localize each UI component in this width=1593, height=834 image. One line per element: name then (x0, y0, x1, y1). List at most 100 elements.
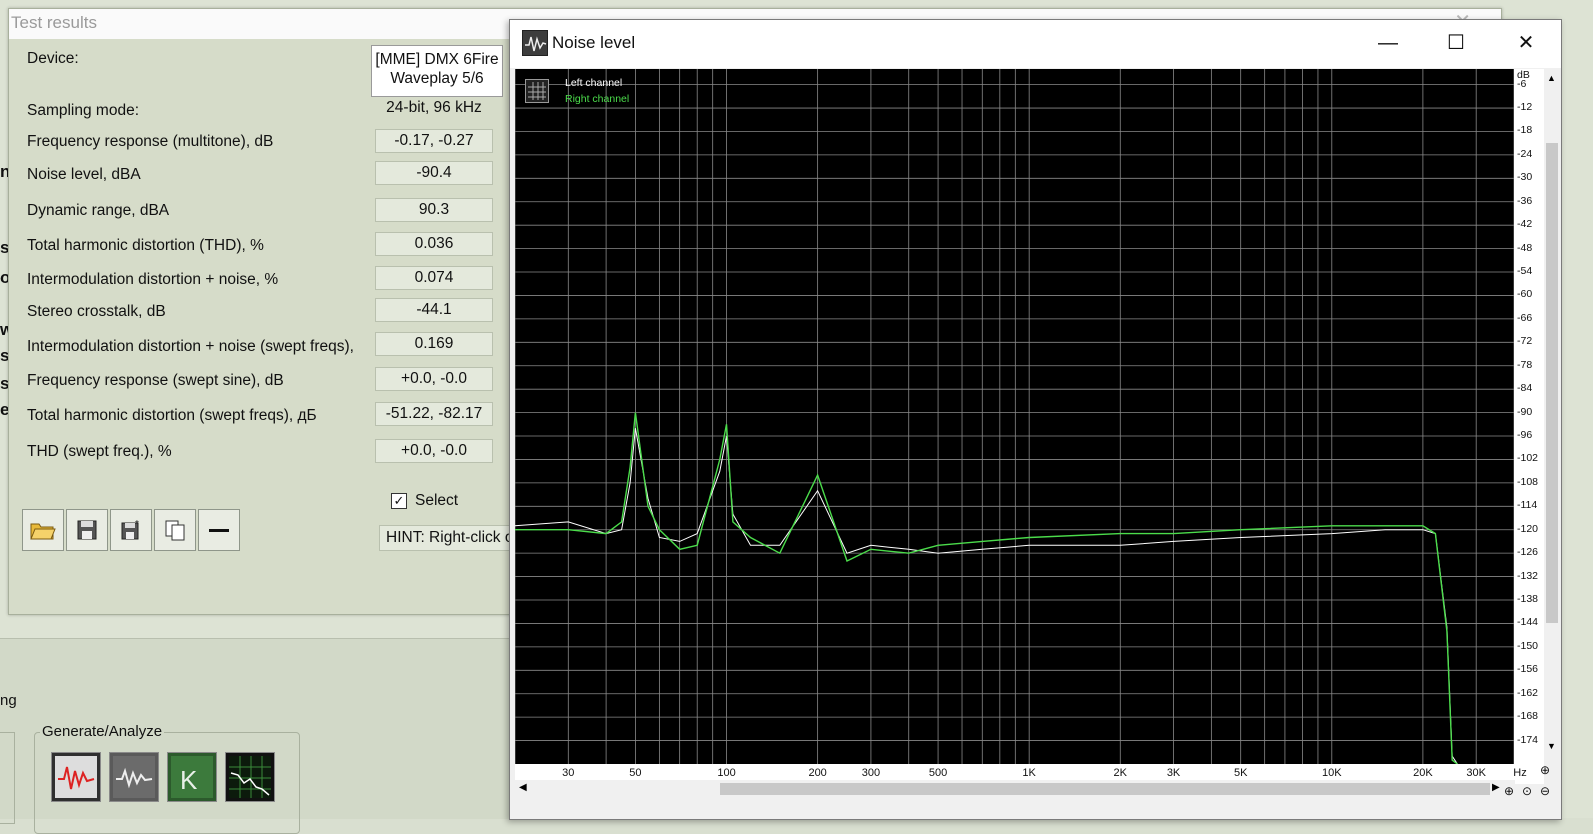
result-label: Noise level, dBA (27, 166, 141, 183)
y-tick-label: -138 (1517, 593, 1539, 605)
y-tick-label: -24 (1517, 147, 1533, 160)
zoom-out-icon[interactable]: ⊖ (1540, 784, 1550, 798)
scroll-up-icon[interactable]: ▲ (1547, 73, 1556, 83)
analyze-waveform-button[interactable] (109, 752, 159, 802)
y-tick-label: -108 (1517, 475, 1539, 488)
zoom-icon[interactable]: ⊕ (1540, 763, 1550, 777)
y-tick-label: -90 (1517, 405, 1533, 418)
noise-level-window: Noise level — ☐ ✕ Left channel Right cha… (509, 19, 1562, 820)
open-folder-icon (30, 523, 56, 540)
device-value-line1: [MME] DMX 6Fire (375, 51, 499, 68)
y-tick-label: -96 (1517, 429, 1533, 442)
result-value: -90.4 (375, 161, 493, 185)
y-tick-label: -6 (1517, 77, 1527, 90)
horizontal-scrollbar[interactable]: ◀ ▶ (515, 780, 1515, 798)
legend-right-channel: Right channel (565, 93, 630, 105)
x-tick-label: 50 (629, 767, 642, 779)
x-unit-label: Hz (1513, 767, 1527, 779)
device-label: Device: (27, 50, 79, 67)
result-label: Frequency response (swept sine), dB (27, 372, 284, 389)
gray-waveform-icon (113, 756, 155, 798)
horizontal-scroll-thumb[interactable] (720, 783, 1490, 795)
x-tick-label: 1K (1022, 767, 1036, 779)
y-tick-label: -174 (1517, 733, 1539, 746)
y-tick-label: -42 (1517, 218, 1533, 231)
y-tick-label: -54 (1517, 265, 1533, 278)
select-checkbox[interactable]: ✓ (391, 493, 407, 509)
result-label: THD (swept freq.), % (27, 443, 172, 460)
result-value: -44.1 (375, 298, 493, 322)
result-value: 0.169 (375, 332, 493, 356)
open-button[interactable] (22, 509, 64, 551)
result-value: 24-bit, 96 kHz (386, 99, 482, 116)
save-as-button[interactable]: * (110, 509, 152, 551)
save-button[interactable] (66, 509, 108, 551)
result-label: Intermodulation distortion + noise (swep… (27, 338, 354, 355)
y-tick-label: -114 (1517, 499, 1538, 512)
spectrum-plot[interactable]: Left channel Right channel (514, 69, 1515, 765)
green-logo-icon: K (171, 756, 213, 798)
save-icon (77, 520, 97, 540)
y-tick-label: -150 (1517, 639, 1539, 652)
zoom-reset-icon[interactable]: ⊙ (1522, 784, 1532, 798)
close-icon[interactable]: ✕ (1503, 28, 1549, 58)
green-chart-icon (229, 756, 271, 798)
result-value: +0.0, -0.0 (375, 367, 493, 391)
minus-button[interactable] (198, 509, 240, 551)
y-tick-label: -102 (1517, 452, 1539, 465)
x-tick-label: 300 (861, 767, 881, 779)
y-tick-label: -156 (1517, 663, 1539, 676)
x-tick-label: 20K (1413, 767, 1433, 779)
spectrum-chart (514, 69, 1515, 765)
vertical-scrollbar[interactable]: ▲ ▼ (1544, 69, 1560, 764)
scroll-right-icon[interactable]: ▶ (1492, 782, 1500, 793)
y-tick-label: -168 (1517, 710, 1539, 723)
result-label: Frequency response (multitone), dB (27, 133, 274, 150)
result-label: Total harmonic distortion (swept freqs),… (27, 407, 317, 424)
noise-window-title: Noise level (552, 33, 636, 52)
x-tick-label: 200 (808, 767, 827, 779)
generate-waveform-button[interactable] (51, 752, 101, 802)
x-tick-label: 2K (1113, 767, 1127, 779)
y-tick-label: -48 (1517, 241, 1533, 254)
x-tick-label: 100 (717, 767, 736, 779)
waveform-app-icon (522, 30, 548, 56)
copy-button[interactable] (154, 509, 196, 551)
x-tick-label: 500 (928, 767, 948, 779)
spectrum-button[interactable] (225, 752, 275, 802)
save-as-icon: * (121, 519, 139, 540)
result-value: 90.3 (375, 198, 493, 222)
svg-text:K: K (180, 765, 198, 795)
result-label: Intermodulation distortion + noise, % (27, 271, 279, 288)
y-tick-label: -72 (1517, 335, 1533, 348)
grid-toggle-icon[interactable] (525, 79, 549, 103)
y-tick-label: -60 (1517, 288, 1533, 301)
result-label: Dynamic range, dBA (27, 202, 170, 219)
select-checkbox-row[interactable]: ✓ Select (391, 492, 458, 510)
select-label: Select (415, 492, 459, 509)
noise-titlebar: Noise level — ☐ ✕ (510, 20, 1561, 68)
logo-button[interactable]: K (167, 752, 217, 802)
maximize-icon[interactable]: ☐ (1433, 28, 1479, 58)
y-tick-label: -78 (1517, 358, 1533, 371)
background-text-fragment: ng (0, 692, 17, 709)
legend-left-channel: Left channel (565, 77, 623, 89)
result-label: Stereo crosstalk, dB (27, 303, 166, 320)
scroll-down-icon[interactable]: ▼ (1547, 741, 1556, 751)
y-tick-label: -12 (1517, 101, 1533, 114)
y-tick-label: -30 (1517, 171, 1533, 184)
scroll-left-icon[interactable]: ◀ (519, 782, 527, 793)
y-tick-label: -120 (1517, 522, 1539, 535)
series-left-channel (514, 428, 1458, 765)
generate-analyze-label: Generate/Analyze (40, 723, 165, 740)
hint-text: HINT: Right-click o (379, 525, 519, 551)
y-axis: dB -6 -12 -18 -24 -30 -36 -42 -48 -54 -60 -66 -72 -7… (1514, 69, 1544, 764)
result-value: -51.22, -82.17 (375, 402, 493, 426)
minimize-icon[interactable]: — (1365, 28, 1411, 58)
y-tick-label: -84 (1517, 382, 1533, 395)
vertical-scroll-thumb[interactable] (1546, 143, 1558, 623)
y-tick-label: -132 (1517, 569, 1539, 582)
test-results-title: Test results (11, 13, 97, 32)
zoom-in-icon[interactable]: ⊕ (1504, 784, 1514, 798)
y-tick-label: -66 (1517, 311, 1533, 324)
